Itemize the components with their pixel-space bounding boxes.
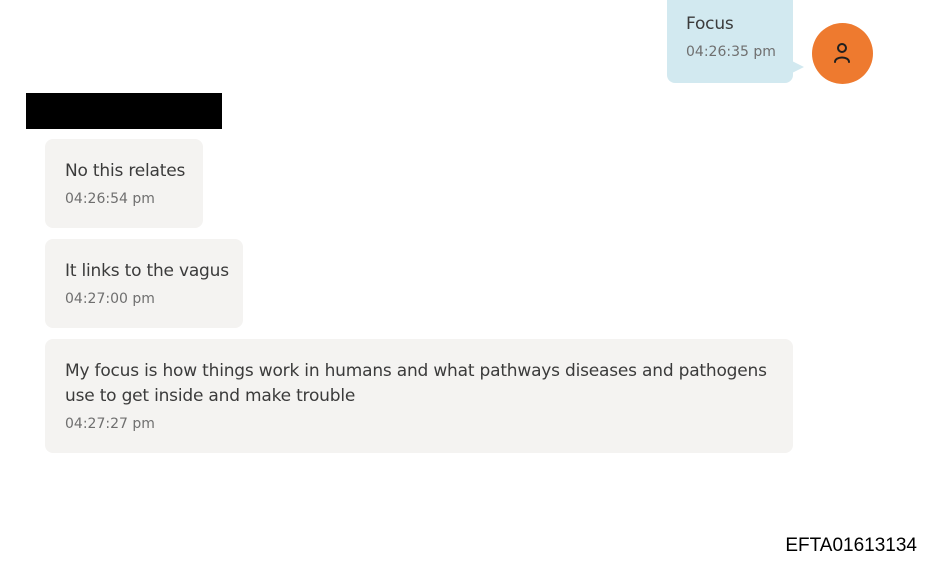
message-text: It links to the vagus (65, 261, 229, 281)
message-text: Focus (686, 14, 734, 34)
message-timestamp: 04:27:27 pm (65, 416, 155, 432)
message-timestamp: 04:26:35 pm (686, 44, 776, 60)
message-timestamp: 04:26:54 pm (65, 191, 155, 207)
message-text: No this relates (65, 161, 186, 181)
message-timestamp: 04:27:00 pm (65, 291, 155, 307)
redacted-sender-name (26, 93, 222, 129)
bubble-tail (790, 60, 804, 74)
message-text: My focus is how things work in humans an… (65, 361, 767, 406)
outgoing-message-bubble: Focus 04:26:35 pm (667, 0, 793, 83)
incoming-message-bubble: My focus is how things work in humans an… (45, 339, 793, 453)
incoming-message-bubble: No this relates 04:26:54 pm (45, 139, 203, 228)
incoming-message-bubble: It links to the vagus 04:27:00 pm (45, 239, 243, 328)
document-id: EFTA01613134 (785, 535, 917, 556)
avatar[interactable] (812, 23, 873, 84)
user-icon (834, 43, 850, 63)
